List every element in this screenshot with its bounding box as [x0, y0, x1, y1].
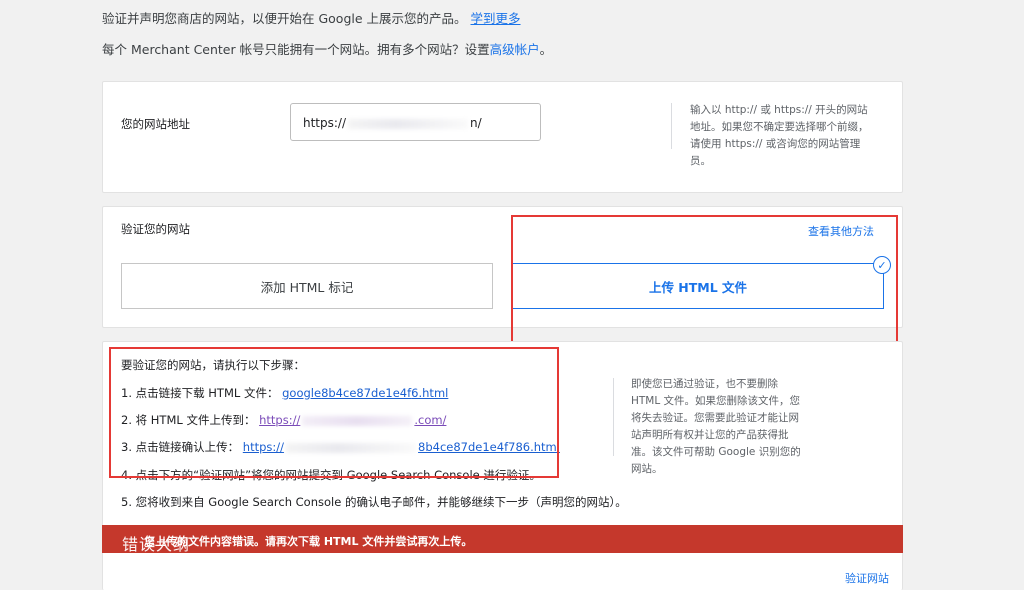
advanced-account-link[interactable]: 高级帐户: [490, 42, 540, 57]
method-add-html-tag-button[interactable]: 添加 HTML 标记: [121, 263, 493, 309]
annotation-box-steps: [109, 347, 559, 478]
website-hint: 输入以 http:// 或 https:// 开头的网站地址。如果您不确定要选择…: [690, 104, 869, 167]
website-label: 您的网站地址: [121, 117, 190, 131]
error-message: 您上传的文件内容错误。请再次下载 HTML 文件并尝试再次上传。: [144, 535, 473, 548]
website-url-input[interactable]: https://n/: [290, 103, 541, 141]
intro-line-1: 验证并声明您商店的网站，以便开始在 Google 上展示您的产品。 学到更多: [102, 11, 521, 26]
intro-line-2: 每个 Merchant Center 帐号只能拥有一个网站。拥有多个网站？设置高…: [102, 42, 553, 57]
step-5: 5. 您将收到来自 Google Search Console 的确认电子邮件，…: [121, 495, 627, 509]
website-divider: [671, 103, 672, 149]
annotation-box-method: [511, 215, 898, 344]
steps-note: 即使您已通过验证，也不要删除 HTML 文件。如果您删除该文件，您将失去验证。您…: [631, 378, 801, 475]
verify-website-link[interactable]: 验证网站: [845, 570, 889, 586]
steps-divider: [613, 378, 614, 456]
verify-label: 验证您的网站: [121, 222, 190, 236]
learn-more-link[interactable]: 学到更多: [471, 11, 521, 26]
